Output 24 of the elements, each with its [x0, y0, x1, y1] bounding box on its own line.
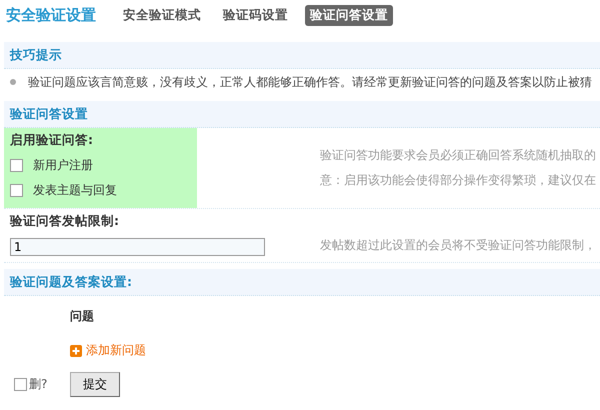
checkbox[interactable] — [10, 184, 23, 197]
tab[interactable]: 安全验证模式 — [118, 4, 206, 26]
tab[interactable]: 验证码设置 — [218, 4, 293, 26]
checkbox-label: 发表主题与回复 — [33, 182, 117, 199]
description-text: 发帖数超过此设置的会员将不受验证问答功能限制， — [320, 237, 597, 254]
input-field[interactable]: 1 — [10, 238, 265, 256]
tab[interactable]: 验证问答设置 — [305, 4, 393, 26]
section-title: 验证问题及答案设置: — [10, 274, 132, 290]
submit-button[interactable]: 提交 — [70, 372, 120, 396]
checkbox-label: 新用户注册 — [33, 157, 93, 174]
description-text: 意：启用该功能会使得部分操作变得繁琐，建议仅在 — [320, 172, 597, 189]
section-title: 技巧提示 — [10, 46, 62, 64]
description-text: 验证问答功能要求会员必须正确回答系统随机抽取的 — [320, 147, 597, 164]
checkbox[interactable] — [10, 159, 23, 172]
checkbox-label: 删? — [29, 376, 48, 392]
checkbox[interactable] — [14, 378, 27, 390]
bullet-icon — [10, 79, 16, 85]
field-label: 启用验证问答: — [10, 132, 94, 149]
column-header: 问题 — [70, 309, 94, 323]
field-label: 验证问答发帖限制: — [10, 213, 120, 230]
plus-icon — [70, 344, 82, 356]
tip-text: 验证问题应该言简意赅，没有歧义，正常人都能够正确作答。请经常更新验证问答的问题及答案以防止被猜 — [28, 74, 592, 90]
page-title: 安全验证设置 — [6, 6, 96, 24]
section-title: 验证问答设置 — [10, 106, 88, 122]
